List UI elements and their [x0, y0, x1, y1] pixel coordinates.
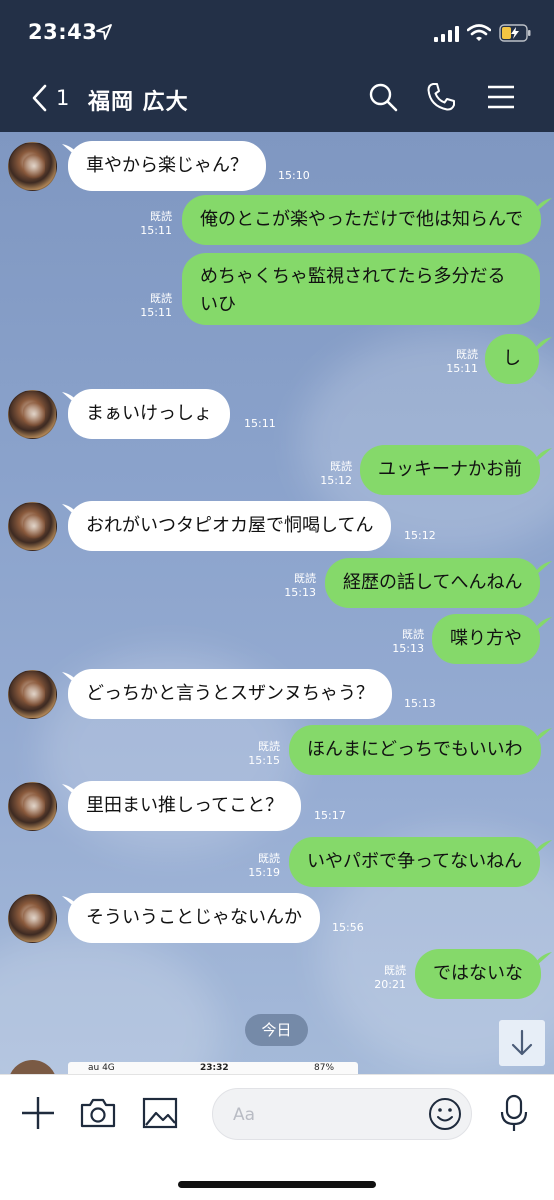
emoji-icon[interactable] — [428, 1097, 462, 1131]
message-time: 15:15 — [248, 754, 280, 767]
message-time: 15:13 — [392, 642, 424, 655]
message-time: 15:11 — [140, 224, 172, 237]
read-receipt: 既読 — [258, 852, 280, 865]
message-bubble[interactable]: 里田まい推しってこと？ — [68, 781, 302, 831]
message-bubble[interactable]: ではないな — [415, 949, 541, 999]
message-time: 15:10 — [278, 169, 310, 182]
message-time: 20:21 — [374, 978, 406, 991]
input-bar — [0, 1074, 554, 1200]
chat-title: 福岡 広大 — [88, 90, 189, 115]
status-bar: 23:43 — [0, 0, 554, 64]
chat-header: 23:43 1 福岡 広大 — [0, 0, 554, 132]
read-receipt: 既読 — [150, 210, 172, 223]
message-bubble[interactable]: おれがいつタピオカ屋で恫喝してん — [68, 501, 392, 551]
bubble-tail — [536, 561, 552, 575]
message-input-box[interactable] — [212, 1088, 472, 1140]
bubble-tail — [536, 952, 552, 966]
message-time: 15:13 — [404, 697, 436, 710]
message-bubble[interactable]: いやパボで争ってないねん — [289, 837, 541, 887]
microphone-icon[interactable] — [494, 1093, 534, 1133]
avatar[interactable] — [8, 894, 57, 943]
read-receipt: 既読 — [384, 964, 406, 977]
message-bubble[interactable]: 経歴の話してへんねん — [325, 558, 541, 608]
image-preview-strip[interactable]: au 4G 23:32 87% — [68, 1062, 358, 1074]
message-time: 15:19 — [248, 866, 280, 879]
message-input[interactable] — [233, 1101, 423, 1129]
camera-icon[interactable] — [78, 1093, 118, 1133]
avatar[interactable] — [8, 782, 57, 831]
signal-icon — [434, 26, 459, 42]
message-time: 15:11 — [446, 362, 478, 375]
preview-time: 23:32 — [200, 1063, 229, 1073]
location-arrow-icon — [96, 24, 112, 40]
bubble-tail — [536, 198, 552, 212]
read-receipt: 既読 — [150, 292, 172, 305]
menu-icon[interactable] — [486, 82, 516, 112]
bubble-tail — [536, 448, 552, 462]
preview-battery: 87% — [314, 1063, 335, 1073]
back-chevron-icon[interactable] — [30, 84, 50, 112]
message-time: 15:13 — [284, 586, 316, 599]
message-bubble[interactable]: 喋り方や — [432, 614, 540, 664]
read-receipt: 既読 — [258, 740, 280, 753]
read-receipt: 既読 — [294, 572, 316, 585]
bubble-tail — [536, 840, 552, 854]
avatar[interactable] — [8, 502, 57, 551]
message-bubble[interactable]: ユッキーナかお前 — [360, 445, 540, 495]
message-time: 15:17 — [314, 809, 346, 822]
plus-icon[interactable] — [18, 1093, 58, 1133]
preview-carrier: au 4G — [88, 1063, 115, 1073]
battery-icon — [499, 24, 531, 42]
message-bubble[interactable]: し — [485, 334, 539, 384]
message-time: 15:11 — [140, 306, 172, 319]
home-indicator — [178, 1181, 376, 1188]
message-bubble[interactable]: まぁいけっしょ — [68, 389, 230, 439]
avatar[interactable] — [8, 670, 57, 719]
read-receipt: 既読 — [456, 348, 478, 361]
message-bubble[interactable]: めちゃくちゃ監視されてたら多分だるいひ — [182, 253, 540, 325]
wifi-icon — [467, 24, 491, 41]
avatar[interactable] — [8, 142, 57, 191]
bubble-tail — [536, 617, 552, 631]
message-time: 15:11 — [244, 417, 276, 430]
message-bubble[interactable]: 俺のとこが楽やっただけで他は知らんで — [182, 195, 542, 245]
phone-icon[interactable] — [426, 82, 456, 112]
read-receipt: 既読 — [330, 460, 352, 473]
bubble-tail — [536, 728, 552, 742]
read-receipt: 既読 — [402, 628, 424, 641]
message-bubble[interactable]: どっちかと言うとスザンヌちゃう？ — [68, 669, 392, 719]
unread-count[interactable]: 1 — [56, 86, 69, 110]
message-time: 15:12 — [404, 529, 436, 542]
bubble-tail — [536, 337, 552, 351]
message-bubble[interactable]: 車やから楽じゃん？ — [68, 141, 266, 191]
search-icon[interactable] — [368, 82, 398, 112]
message-time: 15:12 — [320, 474, 352, 487]
chevron-down-icon[interactable] — [499, 1020, 545, 1066]
message-bubble[interactable]: ほんまにどっちでもいいわ — [289, 725, 541, 775]
message-time: 15:56 — [332, 921, 364, 934]
chat-area[interactable]: 車やから楽じゃん？ 15:10 既読 15:11 俺のとこが楽やっただけで他は知… — [0, 132, 554, 1074]
message-bubble[interactable]: そういうことじゃないんか — [68, 893, 320, 943]
date-divider: 今日 — [245, 1014, 308, 1046]
image-icon[interactable] — [140, 1093, 180, 1133]
status-time: 23:43 — [28, 20, 98, 44]
avatar[interactable] — [8, 390, 57, 439]
